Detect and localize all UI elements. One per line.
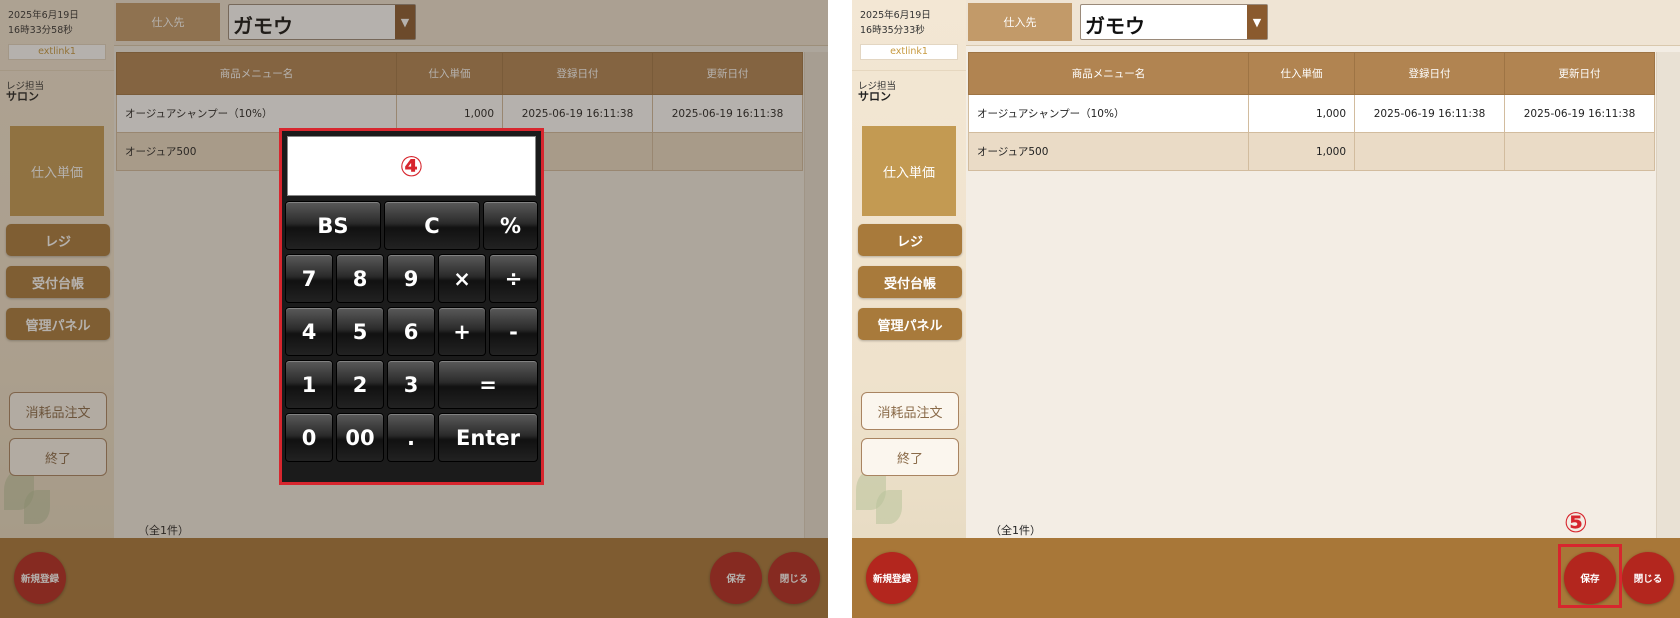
key-7[interactable]: 7 — [285, 254, 333, 303]
decorative-leaf — [876, 490, 902, 524]
key-4[interactable]: 4 — [285, 307, 333, 356]
column-header: 更新日付 — [1504, 52, 1655, 95]
key-8[interactable]: 8 — [336, 254, 384, 303]
supplies-order-button[interactable]: 消耗品注文 — [861, 392, 959, 430]
calculator-keypad: ④ BS C % 7 8 9 × ÷ 4 5 6 + - 1 2 3 = 0 0… — [279, 128, 544, 485]
key-6[interactable]: 6 — [387, 307, 435, 356]
new-register-button[interactable]: 新規登録 — [866, 552, 918, 604]
supplier-select[interactable]: ガモウ ▼ — [1080, 4, 1268, 40]
admin-panel-button[interactable]: 管理パネル — [858, 308, 962, 340]
key-2[interactable]: 2 — [336, 360, 384, 409]
table-area: 商品メニュー名 仕入単価 登録日付 更新日付 オージュアシャンプー（10%） 1… — [966, 46, 1680, 538]
multiply-key[interactable]: × — [438, 254, 486, 303]
product-price-table: 商品メニュー名 仕入単価 登録日付 更新日付 オージュアシャンプー（10%） 1… — [968, 52, 1655, 171]
header-bar: 仕入先 ガモウ ▼ — [966, 0, 1680, 46]
key-1[interactable]: 1 — [285, 360, 333, 409]
column-header: 仕入単価 — [1248, 52, 1355, 95]
clear-key[interactable]: C — [384, 201, 480, 250]
enter-key[interactable]: Enter — [438, 413, 538, 462]
date-text: 2025年6月19日 — [860, 10, 931, 21]
supplier-value: ガモウ — [1085, 14, 1145, 38]
backspace-key[interactable]: BS — [285, 201, 381, 250]
step-marker: ⑤ — [1564, 506, 1588, 539]
product-name-cell: オージュア500 — [968, 132, 1249, 171]
supplier-label: 仕入先 — [968, 3, 1072, 41]
key-00[interactable]: 00 — [336, 413, 384, 462]
divider — [852, 70, 966, 71]
sidebar: 2025年6月19日 16時35分33秒 extlink1 レジ担当 サロン 仕… — [852, 0, 966, 538]
product-name-cell: オージュアシャンプー（10%） — [968, 94, 1249, 133]
close-button[interactable]: 閉じる — [1622, 552, 1674, 604]
updated-date-cell — [1504, 132, 1655, 171]
record-count: （全1件） — [990, 524, 1041, 537]
staff-name: サロン — [858, 90, 891, 103]
calculator-display: ④ — [287, 136, 536, 196]
footer-bar: 新規登録 保存 閉じる — [852, 538, 1680, 618]
updated-date-cell: 2025-06-19 16:11:38 — [1504, 94, 1655, 133]
subtract-key[interactable]: - — [489, 307, 538, 356]
decimal-key[interactable]: . — [387, 413, 435, 462]
divide-key[interactable]: ÷ — [489, 254, 538, 303]
table-row[interactable]: オージュアシャンプー（10%） 1,000 2025-06-19 16:11:3… — [968, 94, 1655, 133]
register-button[interactable]: レジ — [858, 224, 962, 256]
left-screenshot-panel: 2025年6月19日 16時33分58秒 extlink1 レジ担当 サロン 仕… — [0, 0, 828, 618]
step-marker: ④ — [399, 149, 424, 183]
datetime-display: 2025年6月19日 16時35分33秒 — [860, 8, 931, 38]
exit-button[interactable]: 終了 — [861, 438, 959, 476]
registered-date-cell — [1354, 132, 1505, 171]
equals-key[interactable]: = — [438, 360, 538, 409]
current-page-tile: 仕入単価 — [862, 126, 956, 216]
key-5[interactable]: 5 — [336, 307, 384, 356]
table-row[interactable]: オージュア500 1,000 — [968, 132, 1655, 171]
unit-price-cell[interactable]: 1,000 — [1248, 132, 1355, 171]
extlink-label[interactable]: extlink1 — [860, 44, 958, 60]
percent-key[interactable]: % — [483, 201, 538, 250]
add-key[interactable]: + — [438, 307, 486, 356]
reception-ledger-button[interactable]: 受付台帳 — [858, 266, 962, 298]
table-header-row: 商品メニュー名 仕入単価 登録日付 更新日付 — [968, 52, 1655, 95]
key-9[interactable]: 9 — [387, 254, 435, 303]
key-3[interactable]: 3 — [387, 360, 435, 409]
right-screenshot-panel: 2025年6月19日 16時35分33秒 extlink1 レジ担当 サロン 仕… — [852, 0, 1680, 618]
vertical-scrollbar[interactable] — [1656, 52, 1680, 538]
column-header: 商品メニュー名 — [968, 52, 1249, 95]
highlight-box — [1558, 544, 1622, 608]
column-header: 登録日付 — [1354, 52, 1505, 95]
key-0[interactable]: 0 — [285, 413, 333, 462]
unit-price-cell[interactable]: 1,000 — [1248, 94, 1355, 133]
registered-date-cell: 2025-06-19 16:11:38 — [1354, 94, 1505, 133]
time-text: 16時35分33秒 — [860, 25, 925, 36]
dropdown-arrow-icon[interactable]: ▼ — [1247, 5, 1267, 39]
